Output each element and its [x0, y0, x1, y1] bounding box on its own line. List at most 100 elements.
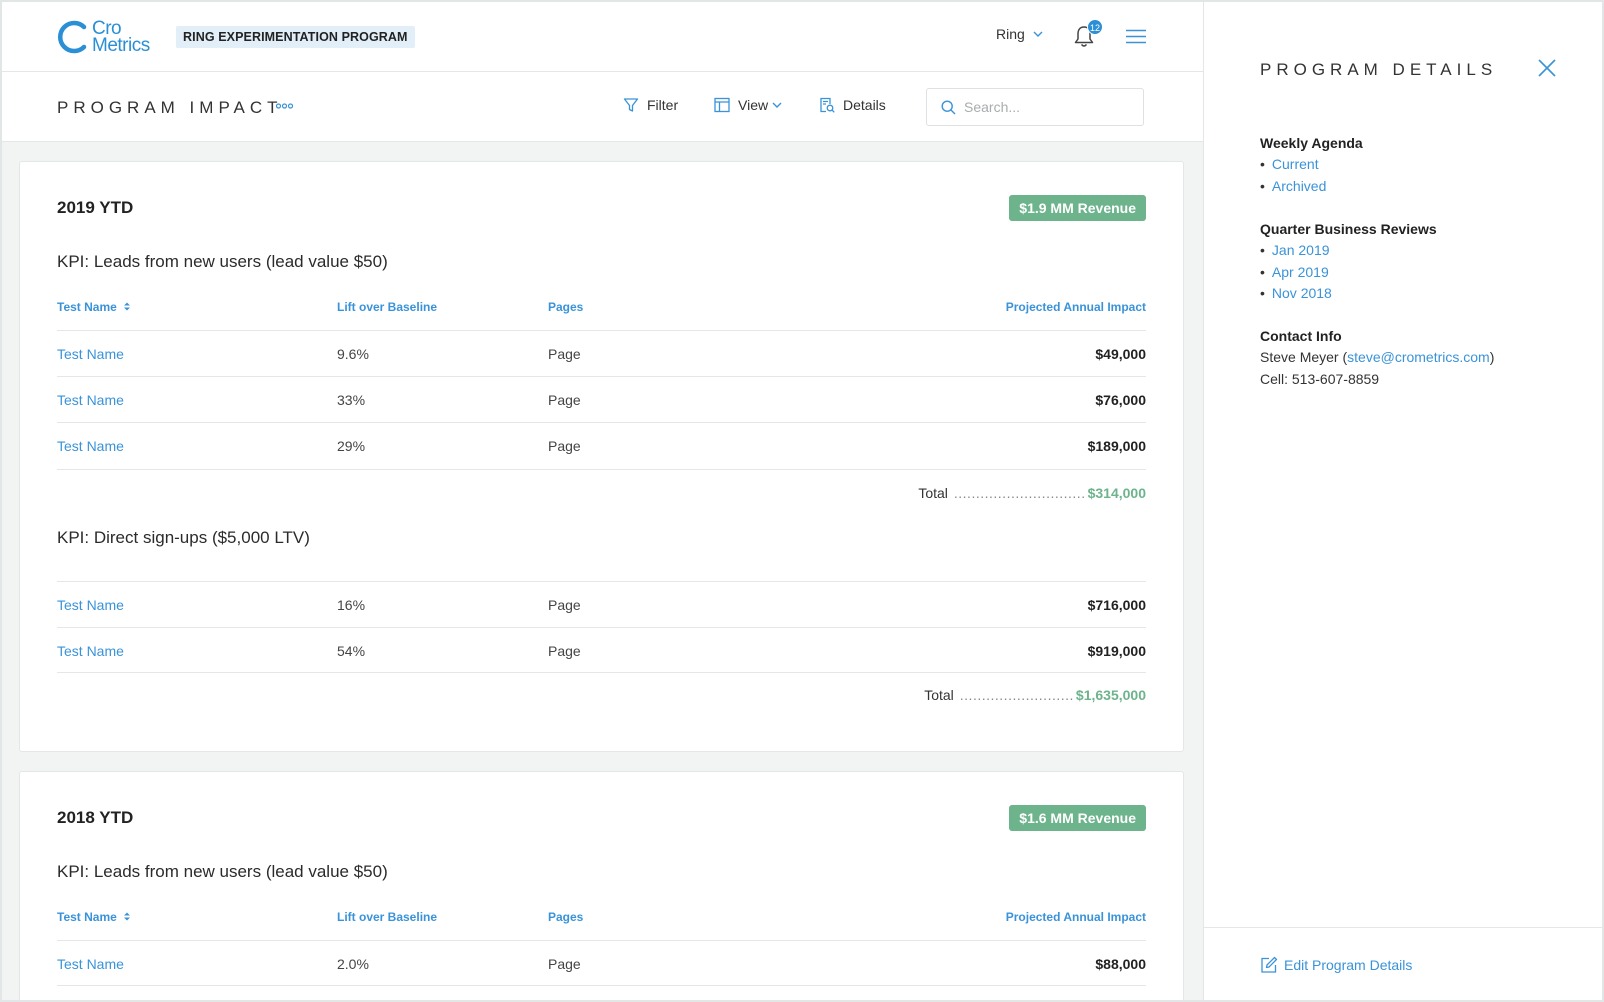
- test-name-link[interactable]: Test Name: [57, 438, 124, 454]
- details-label: Details: [843, 97, 886, 113]
- close-icon[interactable]: [1538, 59, 1556, 77]
- impact-value: $76,000: [1095, 392, 1146, 408]
- contact-email-link[interactable]: steve@crometrics.com: [1347, 349, 1490, 365]
- test-name-link[interactable]: Test Name: [57, 643, 124, 659]
- sort-icon: [123, 912, 130, 921]
- qbr-heading: Quarter Business Reviews: [1260, 221, 1437, 237]
- test-name-link[interactable]: Test Name: [57, 346, 124, 362]
- page-value: Page: [548, 597, 581, 613]
- year-card-2019: 2019 YTD $1.9 MM Revenue KPI: Leads from…: [19, 161, 1184, 752]
- program-details-panel: PROGRAM DETAILS Weekly Agenda Current Ar…: [1203, 0, 1604, 1002]
- logo-text: Cro Metrics: [92, 18, 150, 56]
- total-label: Total: [918, 485, 948, 501]
- weekly-agenda-list: Current Archived: [1260, 154, 1326, 197]
- contact-heading: Contact Info: [1260, 328, 1342, 344]
- kpi-title: KPI: Leads from new users (lead value $5…: [57, 252, 388, 271]
- table-row: Test Name 54% Page $919,000: [57, 627, 1146, 673]
- table-row: Test Name 16% Page $716,000: [57, 581, 1146, 627]
- revenue-badge: $1.9 MM Revenue: [1009, 195, 1146, 221]
- year-card-2018: 2018 YTD $1.6 MM Revenue KPI: Leads from…: [19, 771, 1184, 1002]
- filter-icon: [623, 98, 639, 112]
- table-row: Test Name 2.0% Page $88,000: [57, 940, 1146, 986]
- document-search-icon: [820, 97, 835, 113]
- edit-program-details-button[interactable]: Edit Program Details: [1260, 956, 1412, 974]
- impact-value: $189,000: [1087, 438, 1146, 454]
- page-title: PROGRAM IMPACT: [57, 98, 283, 117]
- total-dots: ..........................: [959, 687, 1074, 703]
- hamburger-menu-icon[interactable]: [1126, 29, 1146, 44]
- agenda-link-archived[interactable]: Archived: [1260, 176, 1326, 198]
- total-dots: ..............................: [953, 485, 1086, 501]
- edit-label: Edit Program Details: [1284, 957, 1413, 973]
- page-value: Page: [548, 956, 581, 972]
- panel-title: PROGRAM DETAILS: [1260, 60, 1498, 79]
- account-name: Ring: [996, 26, 1025, 42]
- contact-name: Steve Meyer (: [1260, 349, 1348, 365]
- page-value: Page: [548, 438, 581, 454]
- lift-value: 2.0%: [337, 956, 369, 972]
- column-header-test-name[interactable]: Test Name: [57, 300, 131, 314]
- lift-value: 16%: [337, 597, 366, 613]
- kpi-total: Total .............................. $31…: [918, 485, 1146, 501]
- view-button[interactable]: View: [714, 97, 782, 113]
- cro-metrics-logo[interactable]: Cro Metrics: [56, 18, 166, 56]
- page-value: Page: [548, 643, 581, 659]
- filter-label: Filter: [647, 97, 679, 113]
- column-header-impact[interactable]: Projected Annual Impact: [1006, 300, 1146, 314]
- page-value: Page: [548, 346, 581, 362]
- contact-info: Steve Meyer (steve@crometrics.com) Cell:…: [1260, 347, 1494, 390]
- view-label: View: [738, 97, 769, 113]
- chevron-down-icon: [1033, 31, 1043, 37]
- card-title: 2019 YTD: [57, 198, 134, 217]
- logo-c-icon: [57, 20, 87, 54]
- total-amount: $314,000: [1087, 485, 1146, 501]
- main-area: Cro Metrics RING EXPERIMENTATION PROGRAM…: [0, 0, 1203, 1002]
- table-row: Test Name 9.6% Page $49,000: [57, 330, 1146, 376]
- toolbar: PROGRAM IMPACT Filter View Details Searc…: [0, 72, 1203, 142]
- lift-value: 54%: [337, 643, 366, 659]
- lift-value: 33%: [337, 392, 366, 408]
- contact-line: Steve Meyer (steve@crometrics.com): [1260, 347, 1494, 369]
- account-switcher[interactable]: Ring: [996, 26, 1043, 42]
- column-header-pages[interactable]: Pages: [548, 300, 583, 314]
- test-name-link[interactable]: Test Name: [57, 597, 124, 613]
- sort-icon: [123, 302, 130, 311]
- search-box: [926, 88, 1144, 126]
- impact-value: $88,000: [1095, 956, 1146, 972]
- top-bar: Cro Metrics RING EXPERIMENTATION PROGRAM…: [0, 0, 1203, 72]
- column-header-pages[interactable]: Pages: [548, 910, 583, 924]
- contact-cell: Cell: 513-607-8859: [1260, 370, 1380, 387]
- impact-value: $716,000: [1087, 597, 1146, 613]
- impact-value: $49,000: [1095, 346, 1146, 362]
- filter-button[interactable]: Filter: [623, 97, 678, 113]
- total-amount: $1,635,000: [1075, 687, 1146, 703]
- kpi-title: KPI: Direct sign-ups ($5,000 LTV): [57, 528, 310, 547]
- edit-icon: [1261, 956, 1278, 973]
- qbr-link[interactable]: Nov 2018: [1260, 283, 1332, 305]
- column-header-lift[interactable]: Lift over Baseline: [337, 300, 437, 314]
- column-header-impact[interactable]: Projected Annual Impact: [1006, 910, 1146, 924]
- page-value: Page: [548, 392, 581, 408]
- contact-close-paren: ): [1489, 349, 1495, 365]
- table-row: Test Name 33% Page $76,000: [57, 376, 1146, 422]
- panel-footer: Edit Program Details: [1204, 927, 1604, 1002]
- column-header-lift[interactable]: Lift over Baseline: [337, 910, 437, 924]
- lift-value: 29%: [337, 438, 366, 454]
- qbr-link[interactable]: Apr 2019: [1260, 262, 1332, 284]
- qbr-link[interactable]: Jan 2019: [1260, 240, 1332, 262]
- test-name-link[interactable]: Test Name: [57, 392, 124, 408]
- kpi-title: KPI: Leads from new users (lead value $5…: [57, 862, 388, 881]
- kpi-total: Total .......................... $1,635,…: [924, 687, 1146, 703]
- more-options-icon[interactable]: [276, 103, 293, 109]
- test-name-link[interactable]: Test Name: [57, 956, 124, 972]
- details-button[interactable]: Details: [819, 97, 886, 113]
- chevron-down-icon: [772, 102, 782, 108]
- agenda-link-current[interactable]: Current: [1260, 154, 1326, 176]
- layout-icon: [714, 97, 730, 113]
- lift-value: 9.6%: [337, 346, 369, 362]
- qbr-list: Jan 2019 Apr 2019 Nov 2018: [1260, 240, 1332, 305]
- search-input[interactable]: [964, 99, 1144, 115]
- total-label: Total: [924, 687, 954, 703]
- column-header-test-name[interactable]: Test Name: [57, 910, 131, 924]
- card-title: 2018 YTD: [57, 808, 134, 827]
